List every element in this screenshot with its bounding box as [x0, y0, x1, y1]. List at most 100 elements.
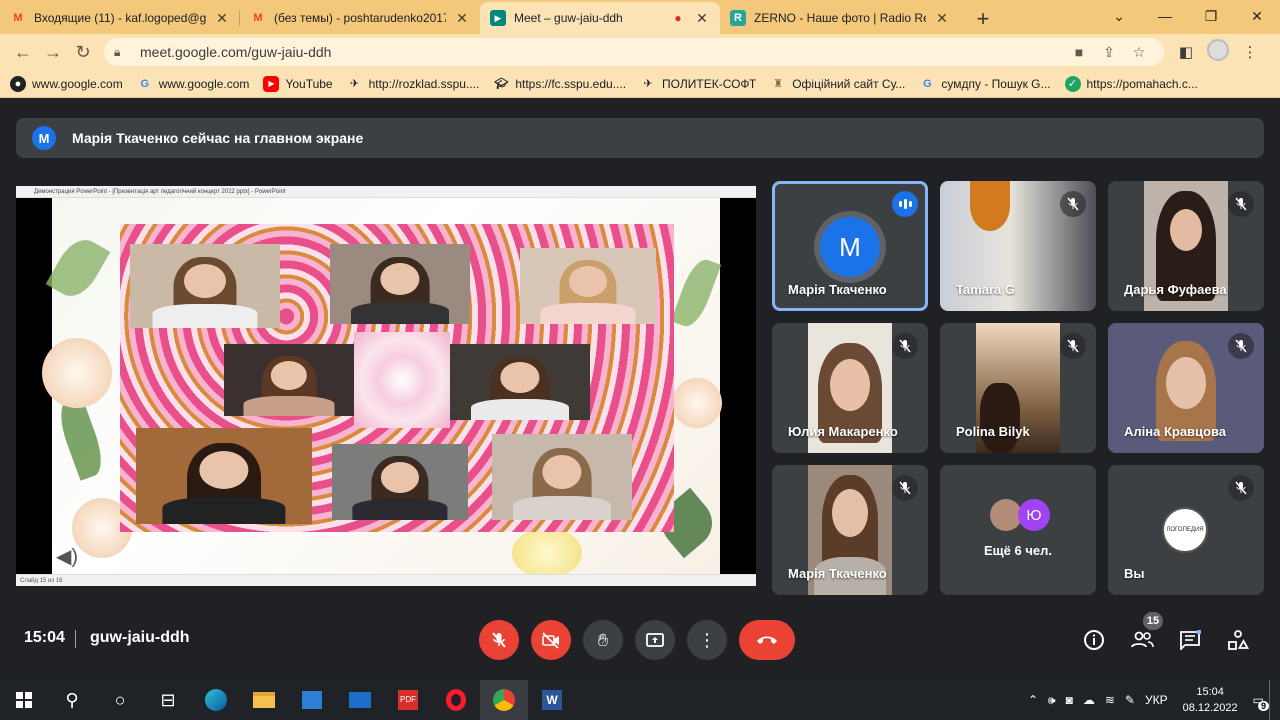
- share-icon[interactable]: ⇪: [1094, 44, 1124, 61]
- pdf-icon[interactable]: PDF: [384, 680, 432, 720]
- bookmark-item[interactable]: Gсумдпу - Пошук G...: [919, 76, 1050, 92]
- participant-tile[interactable]: Марія Ткаченко: [772, 465, 928, 595]
- bookmark-item[interactable]: 🎓︎ https://fc.sspu.edu....: [493, 76, 626, 92]
- tab-search-icon[interactable]: ⌄: [1096, 0, 1142, 32]
- wifi-icon[interactable]: ≋: [1100, 693, 1120, 707]
- camera-toggle-button[interactable]: [531, 620, 571, 660]
- chevron-up-icon[interactable]: ⌃: [1023, 693, 1043, 707]
- chrome-icon[interactable]: [480, 680, 528, 720]
- pen-icon[interactable]: ✎: [1120, 693, 1140, 707]
- google-icon: G: [923, 77, 932, 90]
- google-icon: G: [140, 77, 149, 90]
- bookmark-item[interactable]: ● www.google.com: [10, 75, 123, 92]
- close-window-icon[interactable]: ✕: [1234, 0, 1280, 32]
- main-screen-banner: M Марія Ткаченко сейчас на главном экран…: [16, 118, 1264, 158]
- bookmark-item[interactable]: ♜ Офіційний сайт Су...: [770, 76, 905, 92]
- mic-toggle-button[interactable]: [479, 620, 519, 660]
- reload-icon[interactable]: ↻: [68, 37, 98, 67]
- profile-avatar[interactable]: [1202, 39, 1234, 65]
- mic-off-icon: [1228, 475, 1254, 501]
- window-controls: ⌄ — ❐ ✕: [1096, 0, 1280, 32]
- meeting-details-button[interactable]: [1080, 628, 1108, 652]
- zerno-icon: R: [730, 10, 746, 26]
- avatar: M: [820, 217, 880, 277]
- mail-icon[interactable]: [336, 680, 384, 720]
- participant-tile[interactable]: Polina Bilyk: [940, 323, 1096, 453]
- mic-off-icon: [892, 333, 918, 359]
- lock-icon[interactable]: 🔒︎: [114, 45, 130, 60]
- menu-icon[interactable]: ⋮: [1234, 43, 1266, 61]
- participant-tile[interactable]: Аліна Кравцова: [1108, 323, 1264, 453]
- more-options-button[interactable]: ⋮: [687, 620, 727, 660]
- bookmark-item[interactable]: ▶ YouTube: [263, 75, 333, 92]
- search-icon[interactable]: ⚲: [48, 680, 96, 720]
- meet-tray-icon[interactable]: ◙: [1061, 693, 1078, 707]
- address-bar[interactable]: 🔒︎ meet.google.com/guw-jaiu-ddh ■ ⇪ ☆: [104, 38, 1164, 66]
- mic-off-icon: [1060, 191, 1086, 217]
- meet-icon: ▶: [490, 10, 506, 26]
- start-icon[interactable]: [0, 680, 48, 720]
- mic-off-icon: [1228, 191, 1254, 217]
- edge-icon[interactable]: [192, 680, 240, 720]
- star-icon[interactable]: ☆: [1124, 44, 1154, 61]
- participant-tile[interactable]: Tamara G: [940, 181, 1096, 311]
- store-icon[interactable]: [288, 680, 336, 720]
- bookmark-item[interactable]: Gwww.google.com: [137, 76, 249, 92]
- tab-meet[interactable]: ▶ Meet – guw-jaiu-ddh ● ✕: [480, 2, 720, 34]
- youtube-icon: ▶: [263, 75, 280, 92]
- people-icon: [1131, 631, 1154, 648]
- sidebar-icon[interactable]: ◧: [1170, 43, 1202, 61]
- bookmark-item[interactable]: ✈ http://rozklad.sspu....: [347, 76, 479, 92]
- speaker-icon: ◀): [56, 546, 79, 568]
- chat-icon: [1180, 630, 1201, 650]
- close-icon[interactable]: ✕: [694, 10, 710, 27]
- leave-call-button[interactable]: [739, 620, 795, 660]
- participant-name: Polina Bilyk: [956, 424, 1030, 439]
- task-view-icon[interactable]: ⊟: [144, 680, 192, 720]
- presentation-view[interactable]: Демонстрация PowerPoint - [Презентація а…: [16, 186, 756, 586]
- participant-tile-self[interactable]: ЛОГОПЕДИЯ Вы: [1108, 465, 1264, 595]
- camera-icon[interactable]: ■: [1064, 44, 1094, 60]
- bookmark-item[interactable]: ✈ ПОЛИТЕК-СОФТ: [640, 76, 756, 92]
- word-icon[interactable]: W: [528, 680, 576, 720]
- windows-taskbar: ⚲ ○ ⊟ PDF W ⌃ 🕪︎ ◙ ☁ ≋ ✎ УКР 15:04 08.12…: [0, 680, 1280, 720]
- mic-off-icon: [492, 632, 506, 648]
- banner-text: Марія Ткаченко сейчас на главном экране: [72, 130, 364, 146]
- close-icon[interactable]: ✕: [934, 10, 950, 27]
- participant-name: Юлия Макаренко: [788, 424, 898, 439]
- close-icon[interactable]: ✕: [214, 10, 230, 27]
- notifications-icon[interactable]: ▭ 9: [1248, 693, 1269, 711]
- back-icon[interactable]: ←: [8, 37, 38, 67]
- opera-icon[interactable]: [432, 680, 480, 720]
- camera-off-icon: [542, 632, 559, 649]
- tab-title: Входящие (11) - kaf.logoped@gmail.com: [34, 11, 206, 25]
- forward-icon[interactable]: →: [38, 37, 68, 67]
- people-button[interactable]: [1128, 628, 1156, 652]
- raise-hand-button[interactable]: ✋︎: [583, 620, 623, 660]
- volume-icon[interactable]: 🕪︎: [1043, 693, 1061, 708]
- gmail-icon: M: [13, 12, 23, 24]
- tab-zerno[interactable]: R ZERNO - Наше фото | Radio Relax ✕: [720, 2, 960, 34]
- tab-title: Meet – guw-jaiu-ddh: [514, 11, 623, 25]
- minimize-icon[interactable]: —: [1142, 0, 1188, 32]
- present-button[interactable]: [635, 620, 675, 660]
- participant-tile[interactable]: Дарья Фуфаева: [1108, 181, 1264, 311]
- bookmark-item[interactable]: ✓ https://pomahach.c...: [1064, 75, 1198, 92]
- file-explorer-icon[interactable]: [240, 680, 288, 720]
- avatar: Ю: [1018, 499, 1050, 531]
- chat-button[interactable]: [1176, 628, 1204, 652]
- participant-name: Аліна Кравцова: [1124, 424, 1227, 439]
- language-indicator[interactable]: УКР: [1140, 693, 1173, 707]
- participant-tile[interactable]: Юлия Макаренко: [772, 323, 928, 453]
- restore-icon[interactable]: ❐: [1188, 0, 1234, 32]
- participant-tile[interactable]: M Марія Ткаченко: [772, 181, 928, 311]
- tab-gmail-draft[interactable]: M (без темы) - poshtarudenko2017@gmail.c…: [240, 2, 480, 34]
- clock[interactable]: 15:04 08.12.2022: [1173, 684, 1248, 716]
- tab-gmail-inbox[interactable]: M Входящие (11) - kaf.logoped@gmail.com …: [0, 2, 240, 34]
- close-icon[interactable]: ✕: [454, 10, 470, 27]
- participant-tile[interactable]: Ю Ещё 6 чел.: [940, 465, 1096, 595]
- cloud-icon[interactable]: ☁: [1078, 693, 1100, 707]
- new-tab-button[interactable]: +: [968, 4, 998, 34]
- activities-button[interactable]: [1224, 628, 1252, 652]
- cortana-icon[interactable]: ○: [96, 680, 144, 720]
